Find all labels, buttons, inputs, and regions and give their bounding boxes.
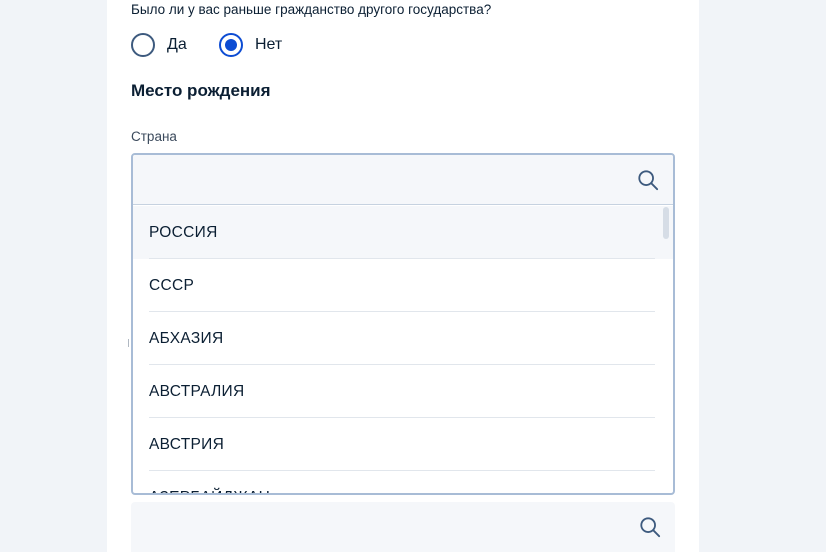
radio-label-yes: Да — [167, 36, 187, 53]
country-option[interactable]: СССР — [133, 259, 673, 312]
search-icon[interactable] — [639, 516, 661, 538]
section-title-birthplace: Место рождения — [131, 81, 271, 100]
country-dropdown: РОССИЯ СССР АБХАЗИЯ АВСТРАЛИЯ АВСТРИЯ АЗ… — [131, 153, 675, 495]
country-option[interactable]: АЗЕРБАЙДЖАН — [133, 471, 673, 494]
country-option[interactable]: РОССИЯ — [133, 206, 673, 259]
radio-label-no: Нет — [255, 36, 283, 53]
country-search-input[interactable] — [133, 155, 623, 205]
radio-option-no[interactable]: Нет — [219, 33, 282, 57]
country-field-label: Страна — [131, 129, 177, 144]
country-search-box — [133, 155, 673, 205]
country-option[interactable]: АБХАЗИЯ — [133, 312, 673, 365]
radio-option-yes[interactable]: Да — [131, 33, 187, 57]
radio-button-no[interactable] — [219, 33, 243, 57]
hidden-label-fragment — [128, 339, 131, 347]
country-option[interactable]: АВСТРАЛИЯ — [133, 365, 673, 418]
search-icon[interactable] — [637, 169, 659, 191]
citizenship-question: Было ли у вас раньше гражданство другого… — [131, 2, 492, 17]
country-option[interactable]: АВСТРИЯ — [133, 418, 673, 471]
radio-button-yes[interactable] — [131, 33, 155, 57]
next-search-field[interactable] — [131, 502, 675, 552]
dropdown-scrollbar[interactable] — [663, 207, 669, 239]
country-options-list: РОССИЯ СССР АБХАЗИЯ АВСТРАЛИЯ АВСТРИЯ АЗ… — [133, 206, 673, 494]
